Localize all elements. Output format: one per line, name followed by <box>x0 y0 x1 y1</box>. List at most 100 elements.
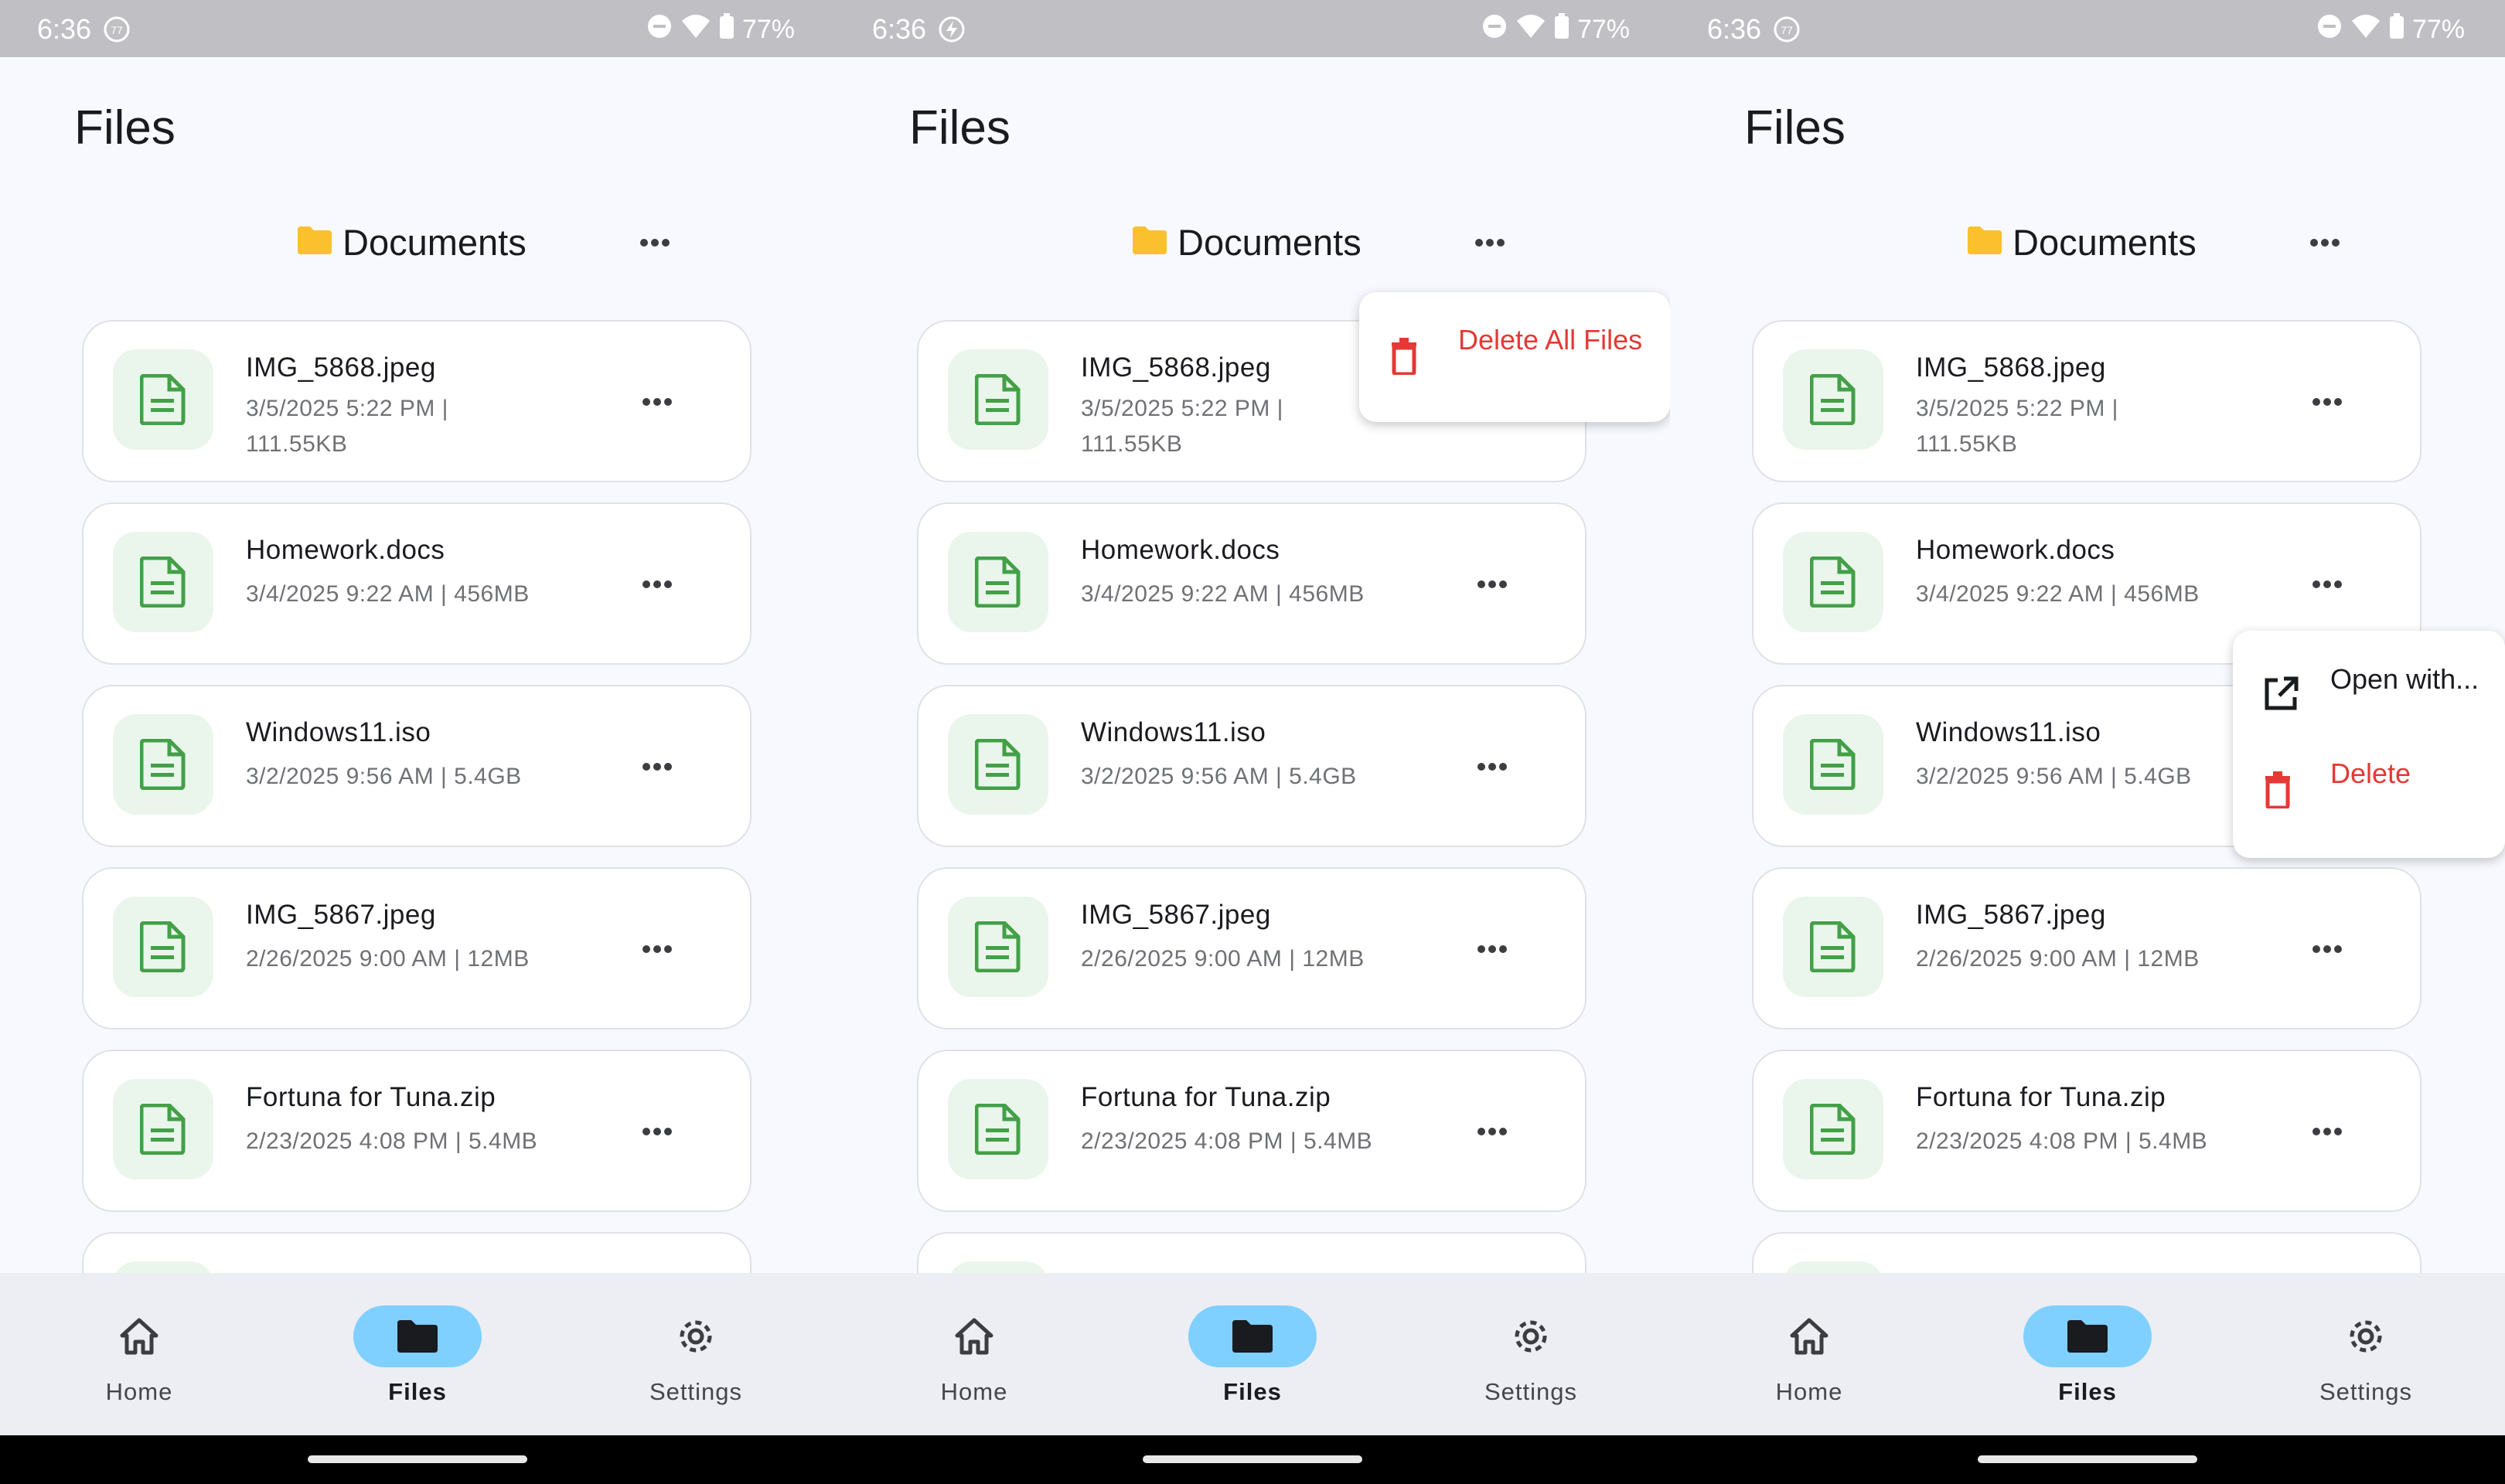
file-more-button[interactable] <box>1474 1124 1511 1143</box>
file-name: IMG_5867.jpeg <box>246 900 436 930</box>
file-meta: 2/23/2025 4:08 PM | 5.4MB <box>246 1128 538 1154</box>
file-meta: 3/2/2025 9:56 AM | 5.4GB <box>1081 764 1357 789</box>
nav-home[interactable]: Home <box>1716 1305 1902 1406</box>
nav-home[interactable]: Home <box>46 1305 232 1406</box>
nav-settings[interactable]: Settings <box>1438 1305 1624 1406</box>
folder-more-button[interactable] <box>636 230 673 259</box>
file-meta: 2/26/2025 9:00 AM | 12MB <box>1081 946 1365 972</box>
battery-percent: 77% <box>2411 15 2465 44</box>
file-card[interactable]: IMG_5867.jpeg 2/26/2025 9:00 AM | 12MB <box>82 867 752 1030</box>
status-time: 6:36 <box>872 13 927 45</box>
page-title: Files <box>74 101 176 155</box>
file-meta: 3/4/2025 9:22 AM | 456MB <box>1916 581 2200 607</box>
folder-selector[interactable]: Documents <box>298 219 527 265</box>
file-card[interactable]: IMG_5868.jpeg 3/5/2025 5:22 PM | 111.55K… <box>1752 320 2422 482</box>
file-icon <box>1783 532 1883 632</box>
file-more-button[interactable] <box>1474 759 1511 778</box>
svg-text:77: 77 <box>1781 24 1793 36</box>
file-more-button[interactable] <box>639 941 676 961</box>
file-name: IMG_5867.jpeg <box>1081 900 1271 930</box>
trash-icon <box>1392 338 1416 375</box>
file-more-button[interactable] <box>2309 577 2346 596</box>
nav-settings[interactable]: Settings <box>603 1305 789 1406</box>
delete-menu-item[interactable]: Delete <box>2233 748 2505 833</box>
file-icon <box>1783 897 1883 997</box>
file-card[interactable]: Homework.docs 3/4/2025 9:22 AM | 456MB <box>917 502 1586 665</box>
file-card[interactable]: Fortuna for Tuna.zip 2/23/2025 4:08 PM |… <box>917 1050 1586 1212</box>
status-bar: 6:36 77 77% <box>1670 0 2505 57</box>
file-name: Windows11.iso <box>246 717 431 747</box>
screen-files-folder-menu: 6:36 77% Files Documents IMG_5868.jpeg 3… <box>835 0 1670 1484</box>
folder-icon <box>1968 226 2002 258</box>
file-card[interactable]: IMG_5868.jpeg 3/5/2025 5:22 PM | 111.55K… <box>82 320 752 482</box>
folder-name: Documents <box>1178 221 1362 263</box>
home-icon <box>910 1305 1038 1367</box>
file-icon <box>113 349 213 450</box>
file-more-button[interactable] <box>639 577 676 596</box>
status-time: 6:36 <box>37 13 92 45</box>
gesture-bar <box>835 1435 1670 1484</box>
file-meta: 3/5/2025 5:22 PM | 111.55KB <box>246 396 448 457</box>
gesture-bar <box>0 1435 835 1484</box>
file-card[interactable]: Windows11.iso 3/2/2025 9:56 AM | 5.4GB <box>82 685 752 847</box>
file-icon <box>948 897 1048 997</box>
wifi-icon <box>1515 13 1546 46</box>
folder-icon <box>298 226 332 258</box>
file-more-button[interactable] <box>1474 577 1511 596</box>
nav-files[interactable]: Files <box>325 1305 510 1406</box>
svg-text:77: 77 <box>111 24 123 36</box>
file-icon <box>948 349 1048 450</box>
nav-home[interactable]: Home <box>881 1305 1067 1406</box>
status-bar: 6:36 77 77% <box>0 0 835 57</box>
folder-selector[interactable]: Documents <box>1133 219 1362 265</box>
folder-name: Documents <box>343 221 527 263</box>
file-card[interactable]: IMG_5867.jpeg 2/26/2025 9:00 AM | 12MB <box>1752 867 2422 1030</box>
delete-all-files-menu-item[interactable]: Delete All Files <box>1359 315 1670 400</box>
file-name: IMG_5868.jpeg <box>1916 352 2106 383</box>
battery-icon <box>1554 13 1569 46</box>
home-icon <box>75 1305 203 1367</box>
gear-icon <box>2302 1305 2430 1367</box>
file-icon <box>113 532 213 632</box>
nav-files[interactable]: Files <box>1160 1305 1345 1406</box>
page-title: Files <box>1744 101 1846 155</box>
file-name: Fortuna for Tuna.zip <box>1081 1082 1331 1112</box>
home-gesture-handle[interactable] <box>308 1455 527 1463</box>
file-card[interactable]: Homework.docs 3/4/2025 9:22 AM | 456MB <box>82 502 752 665</box>
file-card[interactable]: Fortuna for Tuna.zip 2/23/2025 4:08 PM |… <box>1752 1050 2422 1212</box>
file-meta: 2/23/2025 4:08 PM | 5.4MB <box>1916 1128 2208 1154</box>
file-more-button[interactable] <box>2309 394 2346 414</box>
nav-label-settings: Settings <box>1484 1378 1577 1405</box>
gear-icon <box>632 1305 760 1367</box>
open-with-label: Open with... <box>2330 663 2479 695</box>
wifi-icon <box>2350 13 2381 46</box>
nav-label-files: Files <box>2058 1378 2117 1405</box>
file-more-button[interactable] <box>639 394 676 414</box>
nav-label-home: Home <box>105 1378 173 1405</box>
file-more-button[interactable] <box>2309 941 2346 961</box>
open-external-icon <box>2265 676 2299 710</box>
file-meta: 2/26/2025 9:00 AM | 12MB <box>1916 946 2200 972</box>
nav-files[interactable]: Files <box>1995 1305 2180 1406</box>
nav-label-settings: Settings <box>649 1378 742 1405</box>
file-more-button[interactable] <box>1474 941 1511 961</box>
wifi-icon <box>680 13 711 46</box>
file-card[interactable]: Fortuna for Tuna.zip 2/23/2025 4:08 PM |… <box>82 1050 752 1212</box>
file-card[interactable]: Windows11.iso 3/2/2025 9:56 AM | 5.4GB <box>917 685 1586 847</box>
file-more-button[interactable] <box>639 1124 676 1143</box>
open-with-menu-item[interactable]: Open with... <box>2233 652 2505 737</box>
home-gesture-handle[interactable] <box>1978 1455 2197 1463</box>
folder-selector[interactable]: Documents <box>1968 219 2197 265</box>
file-icon <box>113 1079 213 1179</box>
folder-name: Documents <box>2013 221 2197 263</box>
nav-settings[interactable]: Settings <box>2273 1305 2459 1406</box>
file-card[interactable]: IMG_5867.jpeg 2/26/2025 9:00 AM | 12MB <box>917 867 1586 1030</box>
status-right: 77% <box>646 13 795 46</box>
folder-more-button[interactable] <box>1471 230 1508 259</box>
nav-label-files: Files <box>388 1378 447 1405</box>
folder-more-button[interactable] <box>2306 230 2343 259</box>
file-more-button[interactable] <box>639 759 676 778</box>
home-gesture-handle[interactable] <box>1143 1455 1362 1463</box>
file-more-button[interactable] <box>2309 1124 2346 1143</box>
trash-icon <box>2265 771 2290 808</box>
